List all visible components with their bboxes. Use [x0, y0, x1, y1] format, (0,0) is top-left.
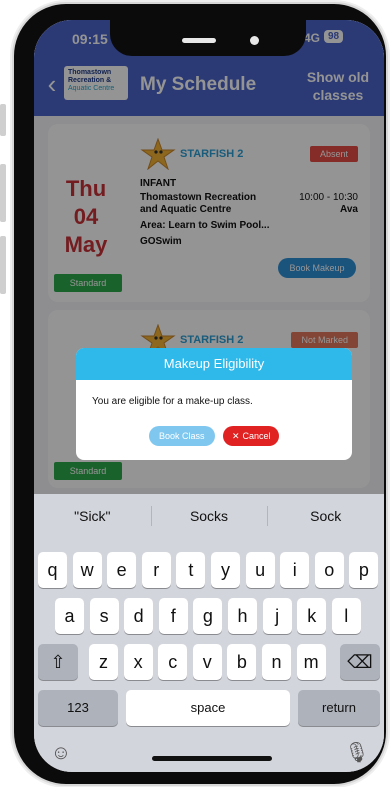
key-f[interactable]: f [158, 598, 188, 634]
dialog-message: You are eligible for a make-up class. [92, 396, 253, 407]
makeup-eligibility-dialog: Makeup Eligibility You are eligible for … [76, 348, 352, 460]
key-g[interactable]: g [193, 598, 223, 634]
return-key[interactable]: return [298, 690, 380, 726]
key-d[interactable]: d [124, 598, 154, 634]
key-l[interactable]: l [331, 598, 361, 634]
phone-volume-down [0, 236, 6, 294]
speaker-grille [182, 38, 216, 43]
backspace-icon: ⌫ [347, 652, 373, 672]
key-y[interactable]: y [211, 552, 240, 588]
key-z[interactable]: z [89, 644, 118, 680]
shift-arrow-icon: ⇧ [50, 652, 66, 672]
key-j[interactable]: j [262, 598, 292, 634]
key-q[interactable]: q [38, 552, 67, 588]
key-c[interactable]: c [158, 644, 188, 680]
key-v[interactable]: v [192, 644, 222, 680]
on-screen-keyboard: "Sick" Socks Sock qwertyuiop asdfghjkl z… [34, 494, 384, 772]
home-indicator[interactable] [152, 756, 272, 761]
numbers-key[interactable]: 123 [38, 690, 118, 726]
book-class-button[interactable]: Book Class [148, 426, 215, 446]
space-key[interactable]: space [126, 690, 290, 726]
key-o[interactable]: o [314, 552, 344, 588]
dialog-actions: Book Class ✕ Cancel [76, 426, 352, 446]
key-k[interactable]: k [297, 598, 327, 634]
cancel-button[interactable]: ✕ Cancel [223, 426, 280, 446]
suggestion-item[interactable]: "Sick" [34, 494, 151, 538]
phone-side-button [0, 104, 6, 136]
key-a[interactable]: a [55, 598, 84, 634]
microphone-icon[interactable]: 🎙 [344, 740, 370, 766]
shift-key[interactable]: ⇧ [38, 644, 78, 680]
notch [110, 20, 306, 56]
key-b[interactable]: b [227, 644, 257, 680]
suggestion-bar: "Sick" Socks Sock [34, 494, 384, 538]
suggestion-item[interactable]: Socks [150, 494, 268, 538]
key-s[interactable]: s [89, 598, 119, 634]
key-h[interactable]: h [228, 598, 257, 634]
key-u[interactable]: u [245, 552, 275, 588]
phone-volume-up [0, 164, 6, 222]
close-x-icon: ✕ [231, 431, 240, 441]
key-m[interactable]: m [296, 644, 326, 680]
key-i[interactable]: i [280, 552, 310, 588]
phone-screen: 09:15 4G 98 ‹ Thomastown Recreation & Aq… [34, 20, 384, 772]
phone-frame: 09:15 4G 98 ‹ Thomastown Recreation & Aq… [14, 4, 386, 784]
app: 09:15 4G 98 ‹ Thomastown Recreation & Aq… [34, 20, 384, 772]
key-p[interactable]: p [349, 552, 379, 588]
front-camera [250, 36, 259, 45]
emoji-icon[interactable]: ☺ [48, 740, 74, 766]
key-w[interactable]: w [72, 552, 102, 588]
dialog-title: Makeup Eligibility [76, 348, 352, 380]
key-n[interactable]: n [262, 644, 291, 680]
cancel-label: Cancel [242, 431, 271, 441]
suggestion-item[interactable]: Sock [267, 494, 384, 538]
key-e[interactable]: e [107, 552, 137, 588]
backspace-key[interactable]: ⌫ [340, 644, 380, 680]
key-x[interactable]: x [123, 644, 153, 680]
key-r[interactable]: r [141, 552, 171, 588]
key-t[interactable]: t [176, 552, 206, 588]
